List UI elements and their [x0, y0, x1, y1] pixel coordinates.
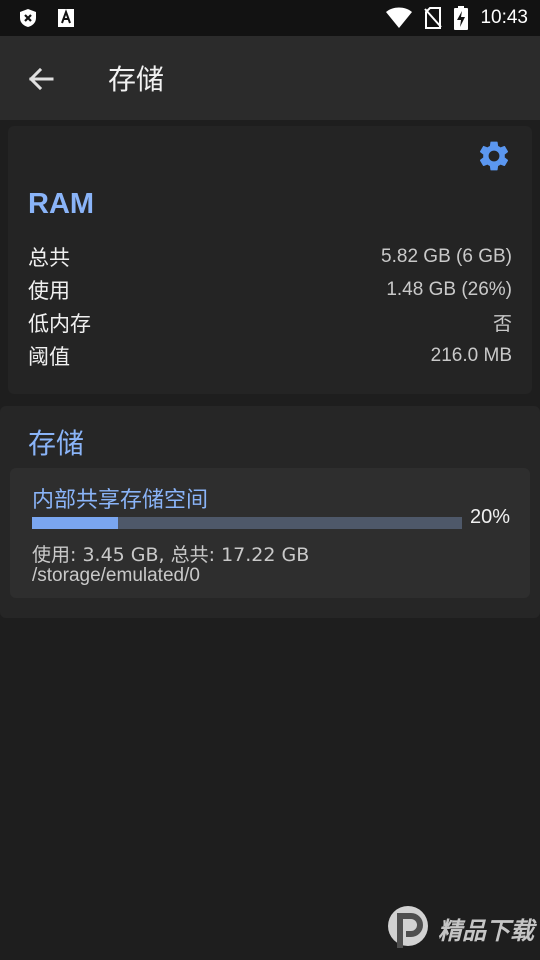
watermark-p-icon [388, 906, 428, 948]
ram-row-value: 否 [492, 314, 512, 335]
volume-name: 内部共享存储空间 [32, 488, 209, 513]
ram-row-value: 5.82 GB (6 GB) [381, 245, 512, 267]
ram-row-low-memory: 低内存 否 [28, 306, 512, 339]
volume-usage-text: 使用: 3.45 GB, 总共: 17.22 GB [32, 544, 310, 566]
ram-row-value: 216.0 MB [430, 344, 512, 366]
status-right-icons: 10:43 [386, 6, 528, 30]
ram-row-label: 低内存 [28, 311, 91, 336]
watermark-text: 精品下载 [438, 916, 534, 945]
status-left-icons [18, 8, 76, 28]
ram-row-label: 使用 [28, 278, 70, 303]
page-title: 存储 [108, 63, 165, 96]
shield-x-icon [20, 9, 36, 27]
volume-usage-percent: 20% [470, 506, 511, 528]
storage-section-title: 存储 [28, 427, 85, 460]
app-toolbar: 存储 [0, 36, 540, 120]
ram-row-total: 总共 5.82 GB (6 GB) [28, 240, 512, 273]
volume-path: /storage/emulated/0 [32, 565, 200, 586]
ram-row-value: 1.48 GB (26%) [386, 278, 512, 300]
ram-row-label: 总共 [28, 245, 70, 270]
status-bar: 10:43 [0, 0, 540, 36]
volume-usage-bar-fill [32, 517, 118, 529]
ram-row-threshold: 阈值 216.0 MB [28, 339, 512, 372]
no-sim-icon [424, 7, 443, 29]
ram-row-label: 阈值 [28, 344, 70, 369]
ram-card: RAM 总共 5.82 GB (6 GB) 使用 1.48 GB (26%) 低… [8, 126, 532, 394]
a-box-icon [58, 9, 74, 27]
ram-info-list: 总共 5.82 GB (6 GB) 使用 1.48 GB (26%) 低内存 否… [28, 240, 512, 372]
status-time: 10:43 [480, 7, 528, 28]
ram-row-used: 使用 1.48 GB (26%) [28, 273, 512, 306]
back-arrow-icon[interactable] [24, 62, 58, 96]
wifi-icon [386, 7, 413, 28]
storage-card: 存储 内部共享存储空间 20% 使用: 3.45 GB, 总共: 17.22 G… [0, 406, 540, 618]
watermark-logo: 精品下载 [382, 902, 534, 954]
gear-icon[interactable] [476, 138, 512, 174]
volume-usage-bar [32, 517, 462, 529]
battery-charging-icon [454, 6, 469, 30]
ram-section-title: RAM [28, 188, 95, 220]
storage-volume-item[interactable]: 内部共享存储空间 20% 使用: 3.45 GB, 总共: 17.22 GB /… [10, 468, 530, 598]
